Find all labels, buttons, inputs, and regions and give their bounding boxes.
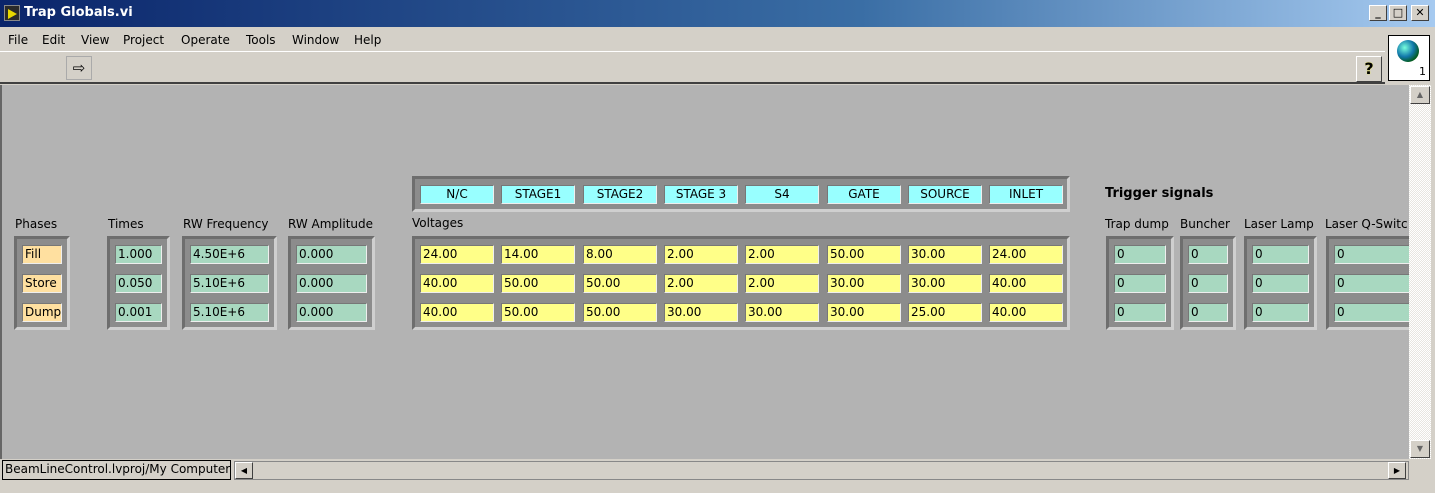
laser-lamp-field[interactable]: 0 xyxy=(1252,245,1309,264)
trap-dump-field[interactable]: 0 xyxy=(1114,303,1166,322)
voltage-field[interactable]: 30.00 xyxy=(745,303,819,322)
front-panel: Phases Fill Store Dump Times 1.000 0.050 0.001 R… xyxy=(0,85,1409,459)
voltage-field[interactable]: 2.00 xyxy=(664,274,738,293)
voltage-field[interactable]: 2.00 xyxy=(745,274,819,293)
times-field[interactable]: 0.050 xyxy=(115,274,162,293)
voltage-field[interactable]: 50.00 xyxy=(501,274,575,293)
toolbar: ⇨ ? xyxy=(0,53,1385,84)
times-field[interactable]: 0.001 xyxy=(115,303,162,322)
buncher-field[interactable]: 0 xyxy=(1188,303,1228,322)
scroll-down-button[interactable]: ▼ xyxy=(1410,440,1430,458)
voltage-header-6: SOURCE xyxy=(908,185,982,204)
title-bar: Trap Globals.vi _ □ ✕ xyxy=(0,0,1435,27)
menu-operate[interactable]: Operate xyxy=(181,33,230,47)
buncher-field[interactable]: 0 xyxy=(1188,274,1228,293)
laser-lamp-field[interactable]: 0 xyxy=(1252,303,1309,322)
voltage-field[interactable]: 30.00 xyxy=(827,303,901,322)
rw-frequency-label: RW Frequency xyxy=(183,217,269,231)
close-button[interactable]: ✕ xyxy=(1411,5,1429,21)
buncher-field[interactable]: 0 xyxy=(1188,245,1228,264)
voltage-field[interactable]: 25.00 xyxy=(908,303,982,322)
voltage-header-5: GATE xyxy=(827,185,901,204)
rw-frequency-field[interactable]: 5.10E+6 xyxy=(190,274,269,293)
menu-help[interactable]: Help xyxy=(354,33,381,47)
voltage-header-7: INLET xyxy=(989,185,1063,204)
voltage-field[interactable]: 40.00 xyxy=(420,303,494,322)
voltage-field[interactable]: 40.00 xyxy=(989,303,1063,322)
menu-project[interactable]: Project xyxy=(123,33,164,47)
vertical-scrollbar[interactable]: ▲ ▼ xyxy=(1409,85,1431,459)
voltage-field[interactable]: 8.00 xyxy=(583,245,657,264)
voltage-field[interactable]: 30.00 xyxy=(908,245,982,264)
voltage-header-1: STAGE1 xyxy=(501,185,575,204)
vi-icon-pane[interactable]: 1 xyxy=(1388,35,1430,81)
menu-file[interactable]: File xyxy=(8,33,28,47)
voltage-field[interactable]: 40.00 xyxy=(420,274,494,293)
phases-field[interactable]: Store xyxy=(22,274,62,293)
rw-frequency-field[interactable]: 4.50E+6 xyxy=(190,245,269,264)
buncher-label: Buncher xyxy=(1180,217,1230,231)
trap-dump-label: Trap dump xyxy=(1105,217,1169,231)
run-arrow-icon[interactable]: ⇨ xyxy=(66,56,92,80)
voltage-field[interactable]: 30.00 xyxy=(664,303,738,322)
status-bar: BeamLineControl.lvproj/My Computer ◀ ▶ xyxy=(0,459,1409,482)
trigger-signals-title: Trigger signals xyxy=(1105,186,1214,201)
menu-bar: File Edit View Project Operate Tools Win… xyxy=(0,28,1385,52)
voltage-header-2: STAGE2 xyxy=(583,185,657,204)
times-field[interactable]: 1.000 xyxy=(115,245,162,264)
voltage-field[interactable]: 2.00 xyxy=(664,245,738,264)
rw-amplitude-field[interactable]: 0.000 xyxy=(296,274,367,293)
voltage-field[interactable]: 24.00 xyxy=(989,245,1063,264)
project-path: BeamLineControl.lvproj/My Computer xyxy=(2,460,231,480)
context-help-button[interactable]: ? xyxy=(1356,56,1382,82)
scroll-up-button[interactable]: ▲ xyxy=(1410,86,1430,104)
menu-tools[interactable]: Tools xyxy=(246,33,276,47)
trap-dump-field[interactable]: 0 xyxy=(1114,274,1166,293)
voltage-field[interactable]: 2.00 xyxy=(745,245,819,264)
voltage-header-3: STAGE 3 xyxy=(664,185,738,204)
labview-vi-icon xyxy=(4,5,20,21)
minimize-button[interactable]: _ xyxy=(1369,5,1387,21)
menu-view[interactable]: View xyxy=(81,33,109,47)
voltages-label: Voltages xyxy=(412,216,464,230)
laser-q-switch-field[interactable]: 0 xyxy=(1334,274,1409,293)
voltage-field[interactable]: 14.00 xyxy=(501,245,575,264)
phases-field[interactable]: Dump xyxy=(22,303,62,322)
rw-amplitude-field[interactable]: 0.000 xyxy=(296,303,367,322)
laser-q-switch-field[interactable]: 0 xyxy=(1334,303,1409,322)
phases-label: Phases xyxy=(15,217,58,231)
voltage-field[interactable]: 24.00 xyxy=(420,245,494,264)
times-label: Times xyxy=(108,217,144,231)
voltage-field[interactable]: 50.00 xyxy=(583,274,657,293)
voltage-field[interactable]: 30.00 xyxy=(827,274,901,293)
scroll-left-button[interactable]: ◀ xyxy=(235,462,253,479)
rw-amplitude-label: RW Amplitude xyxy=(288,217,374,231)
voltage-header-0: N/C xyxy=(420,185,494,204)
globe-number: 1 xyxy=(1419,65,1426,78)
window-title: Trap Globals.vi xyxy=(24,5,133,20)
laser-lamp-label: Laser Lamp xyxy=(1244,217,1314,231)
voltage-field[interactable]: 50.00 xyxy=(827,245,901,264)
voltage-field[interactable]: 30.00 xyxy=(908,274,982,293)
menu-edit[interactable]: Edit xyxy=(42,33,65,47)
voltage-field[interactable]: 50.00 xyxy=(501,303,575,322)
voltage-field[interactable]: 50.00 xyxy=(583,303,657,322)
maximize-button[interactable]: □ xyxy=(1389,5,1407,21)
globe-icon xyxy=(1397,40,1419,62)
voltage-field[interactable]: 40.00 xyxy=(989,274,1063,293)
rw-frequency-field[interactable]: 5.10E+6 xyxy=(190,303,269,322)
rw-amplitude-field[interactable]: 0.000 xyxy=(296,245,367,264)
laser-q-switch-label: Laser Q-Switc xyxy=(1325,217,1408,231)
trap-dump-field[interactable]: 0 xyxy=(1114,245,1166,264)
phases-field[interactable]: Fill xyxy=(22,245,62,264)
menu-window[interactable]: Window xyxy=(292,33,339,47)
laser-q-switch-field[interactable]: 0 xyxy=(1334,245,1409,264)
horizontal-scrollbar[interactable]: ◀ ▶ xyxy=(234,461,1409,480)
voltage-header-4: S4 xyxy=(745,185,819,204)
scroll-right-button[interactable]: ▶ xyxy=(1388,462,1406,479)
laser-lamp-field[interactable]: 0 xyxy=(1252,274,1309,293)
